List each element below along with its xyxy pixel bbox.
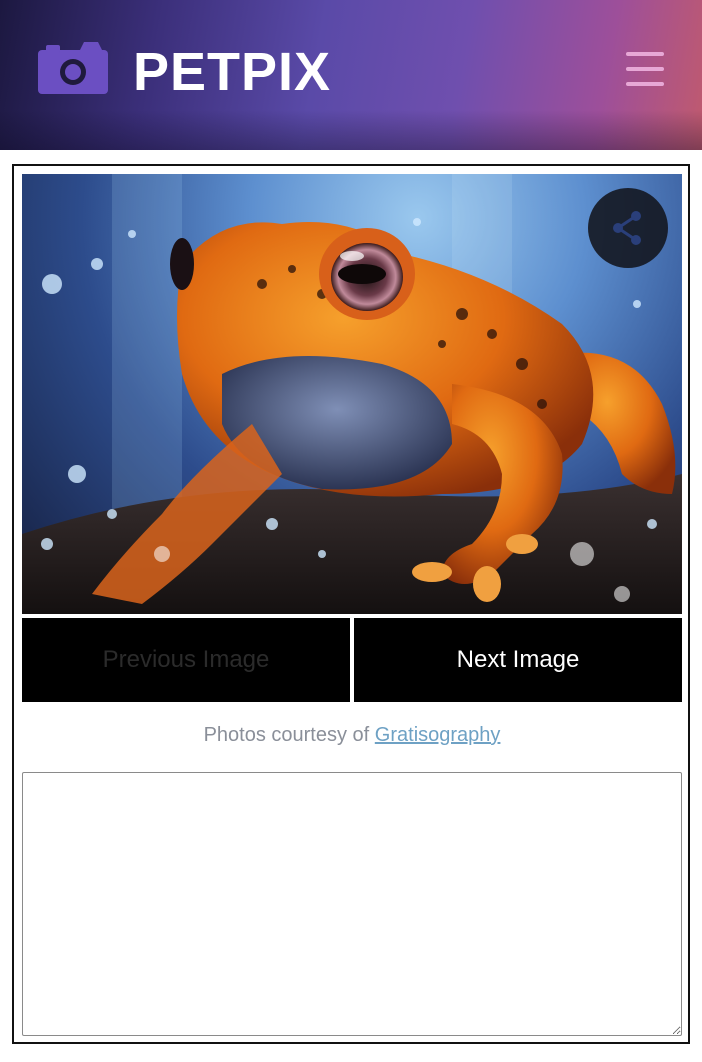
gratisography-link[interactable]: Gratisography bbox=[375, 724, 501, 746]
share-button[interactable] bbox=[588, 188, 668, 268]
brand-name[interactable]: PETPIX bbox=[133, 40, 331, 104]
next-image-button[interactable]: Next Image bbox=[354, 618, 682, 702]
notes-textarea[interactable] bbox=[22, 772, 682, 1036]
site-header: PETPIX bbox=[0, 0, 702, 150]
photo-viewer-card: Previous Image Next Image Photos courtes… bbox=[12, 164, 690, 1044]
credit-prefix: Photos courtesy of bbox=[203, 724, 370, 746]
share-icon bbox=[613, 211, 641, 245]
photo-credit: Photos courtesy of Gratisography bbox=[22, 724, 682, 747]
camera-icon[interactable] bbox=[38, 42, 108, 94]
previous-image-button[interactable]: Previous Image bbox=[22, 618, 350, 702]
frog-photo bbox=[22, 174, 682, 614]
hamburger-menu-icon[interactable] bbox=[626, 52, 664, 86]
